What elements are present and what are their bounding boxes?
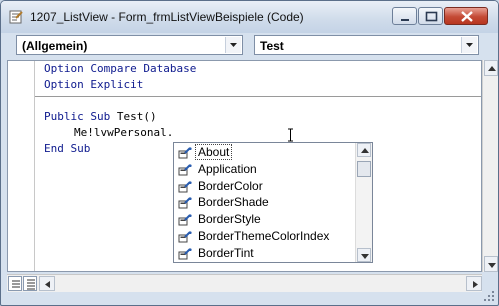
scroll-down-button[interactable] (484, 256, 498, 272)
code-line-1[interactable]: Option Compare Database (44, 62, 196, 76)
procedure-combo-value: Test (260, 39, 284, 53)
horizontal-scrollbar[interactable] (7, 274, 482, 292)
close-button[interactable] (444, 7, 488, 25)
chevron-down-icon (361, 254, 369, 259)
autocomplete-item-label: About (194, 144, 233, 160)
property-icon (178, 247, 192, 260)
chevron-up-icon (361, 148, 369, 153)
scroll-left-button[interactable] (39, 276, 55, 291)
property-icon (178, 146, 192, 159)
window-title: 1207_ListView - Form_frmListViewBeispiel… (30, 10, 304, 24)
module-icon (9, 10, 23, 24)
full-module-view-button[interactable] (23, 276, 37, 291)
autocomplete-item[interactable]: Application (175, 161, 356, 178)
chevron-down-icon (466, 43, 473, 47)
chevron-left-icon (45, 281, 50, 288)
vertical-scrollbar[interactable] (482, 60, 498, 272)
autocomplete-item-label: BorderShade (198, 195, 269, 210)
procedure-view-button[interactable] (8, 276, 22, 291)
maximize-button[interactable] (418, 7, 443, 25)
autocomplete-scroll-down[interactable] (357, 248, 371, 262)
object-combo-value: (Allgemein) (22, 39, 88, 53)
property-icon (178, 230, 192, 243)
margin-indicator-bar[interactable] (8, 61, 35, 271)
autocomplete-item-label: Application (198, 161, 257, 176)
autocomplete-items: About Application BorderColor BorderShade Bo… (175, 144, 356, 262)
autocomplete-item-label: BorderThemeColorIndex (198, 228, 330, 243)
autocomplete-item-label: BorderColor (198, 178, 263, 193)
full-module-view-icon (27, 279, 35, 290)
procedure-separator (35, 96, 481, 97)
code-keyword: Public Sub (44, 110, 111, 123)
title-bar[interactable]: 1207_ListView - Form_frmListViewBeispiel… (1, 1, 498, 33)
autocomplete-item[interactable]: BorderThemeColorIndex (175, 228, 356, 245)
procedure-combo-dropdown[interactable] (461, 37, 477, 53)
code-window: 1207_ListView - Form_frmListViewBeispiel… (0, 0, 499, 306)
autocomplete-item[interactable]: BorderColor (175, 178, 356, 195)
combo-bar: (Allgemein) Test (1, 33, 498, 57)
code-line-5[interactable]: End Sub (44, 142, 90, 156)
chevron-down-icon (488, 263, 496, 268)
property-icon (178, 180, 192, 193)
autocomplete-item[interactable]: About (175, 144, 356, 161)
autocomplete-scroll-thumb[interactable] (357, 161, 371, 177)
chevron-up-icon (488, 66, 496, 71)
resize-grip-icon[interactable] (484, 291, 496, 303)
close-icon (461, 11, 473, 22)
procedure-combo[interactable]: Test (254, 35, 479, 55)
property-icon (178, 196, 192, 209)
autocomplete-scrollbar[interactable] (355, 143, 372, 262)
procedure-view-icon (12, 280, 20, 288)
scroll-right-button[interactable] (466, 276, 482, 291)
chevron-right-icon (473, 281, 478, 288)
autocomplete-scroll-up[interactable] (357, 143, 371, 157)
minimize-icon (401, 19, 409, 21)
object-combo[interactable]: (Allgemein) (16, 35, 243, 55)
minimize-button[interactable] (392, 7, 417, 25)
property-icon (178, 213, 192, 226)
maximize-icon (425, 11, 438, 22)
code-line-3[interactable]: Public Sub Test() (44, 110, 157, 124)
chevron-down-icon (230, 43, 237, 47)
autocomplete-item[interactable]: BorderShade (175, 194, 356, 211)
scroll-up-button[interactable] (484, 60, 498, 76)
text-cursor-icon (288, 128, 293, 142)
object-combo-dropdown[interactable] (225, 37, 241, 53)
autocomplete-item-label: BorderTint (198, 245, 254, 260)
autocomplete-item[interactable]: BorderStyle (175, 211, 356, 228)
property-icon (178, 163, 192, 176)
autocomplete-item-label: BorderStyle (198, 212, 261, 227)
code-line-4[interactable]: Me!lvwPersonal. (74, 126, 173, 140)
autocomplete-item[interactable]: BorderTint (175, 245, 356, 262)
procedure-name: Test() (110, 110, 157, 123)
code-line-2[interactable]: Option Explicit (44, 78, 143, 92)
autocomplete-list[interactable]: About Application BorderColor BorderShade Bo… (173, 142, 373, 263)
